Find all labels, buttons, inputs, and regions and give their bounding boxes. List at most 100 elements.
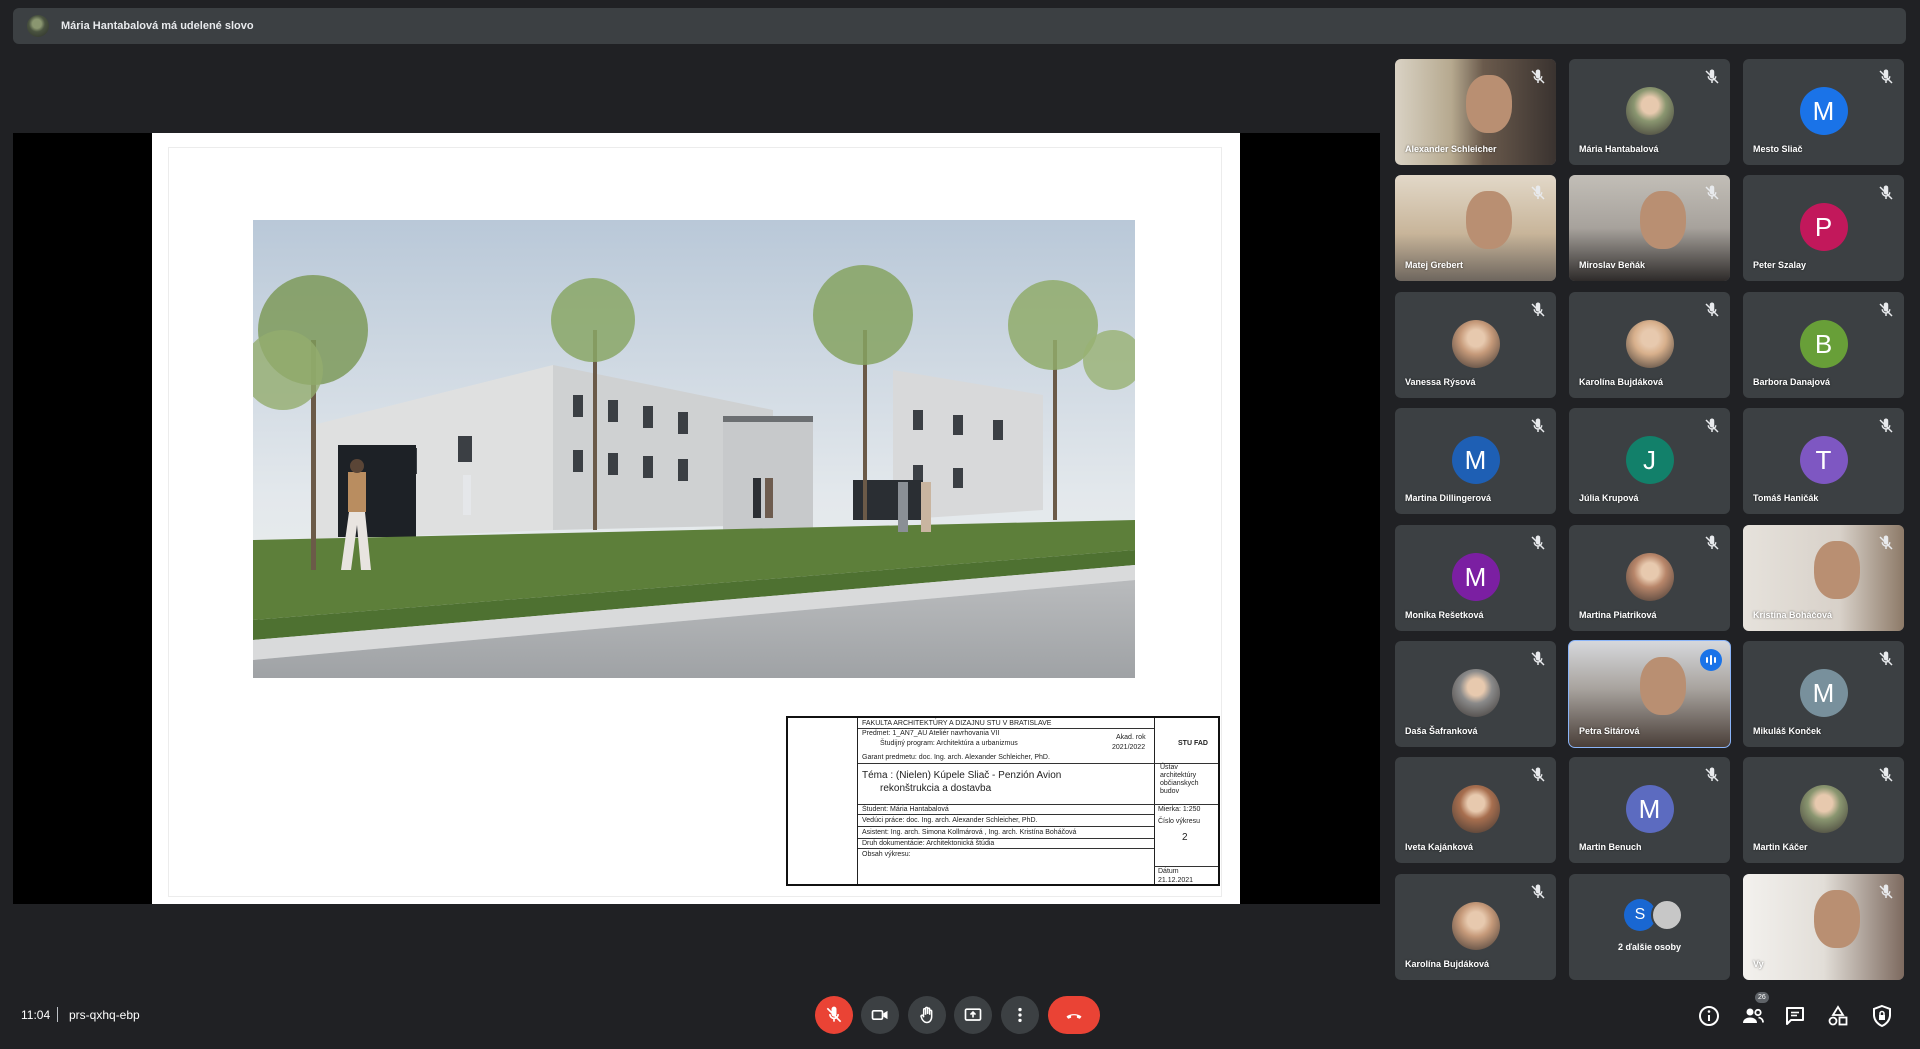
tb-logo: STU FAD bbox=[1178, 740, 1208, 747]
more-participants-avatars: S bbox=[1624, 899, 1694, 933]
avatar bbox=[1651, 899, 1683, 931]
avatar bbox=[1625, 87, 1674, 135]
tb-program: Študijný program: Architektúra a urbaniz… bbox=[880, 740, 1018, 747]
participant-tile[interactable]: Daša Šafranková bbox=[1395, 641, 1556, 747]
participant-tile[interactable]: Matej Grebert bbox=[1395, 175, 1556, 281]
more-options-icon bbox=[1018, 1007, 1022, 1023]
mic-muted-icon bbox=[1529, 301, 1547, 319]
participant-tile[interactable]: Martin Káčer bbox=[1743, 757, 1904, 863]
participant-name: Martina Dillingerová bbox=[1405, 493, 1492, 503]
participant-tile[interactable]: Alexander Schleicher bbox=[1395, 59, 1556, 165]
tb-scale: Mierka: 1:250 bbox=[1158, 806, 1201, 813]
tb-guarantor: Garant predmetu: doc. Ing. arch. Alexand… bbox=[862, 754, 1050, 761]
participant-name: Peter Szalay bbox=[1753, 260, 1807, 270]
participant-tile[interactable]: Mária Hantabalová bbox=[1569, 59, 1730, 165]
participant-tile[interactable]: Martina Piatriková bbox=[1569, 525, 1730, 631]
tb-year: 2021/2022 bbox=[1112, 744, 1146, 751]
camera-toggle-button[interactable] bbox=[861, 996, 899, 1034]
tb-theme2: rekonštrukcia a dostavba bbox=[880, 783, 992, 794]
avatar bbox=[1799, 785, 1848, 833]
avatar: M bbox=[1451, 436, 1500, 484]
participant-name: Alexander Schleicher bbox=[1405, 144, 1497, 154]
activities-button[interactable] bbox=[1826, 1004, 1850, 1028]
tb-assistant: Asistent: Ing. arch. Simona Kollmárová ,… bbox=[862, 829, 1077, 836]
info-icon bbox=[1699, 1006, 1719, 1026]
avatar: M bbox=[1625, 785, 1674, 833]
mic-muted-icon bbox=[1877, 650, 1895, 668]
present-button[interactable] bbox=[954, 996, 992, 1034]
participant-tile[interactable]: Kristína Boháčová bbox=[1743, 525, 1904, 631]
mic-muted-icon bbox=[1703, 534, 1721, 552]
participant-tile[interactable]: P Peter Szalay bbox=[1743, 175, 1904, 281]
mic-muted-icon bbox=[1877, 883, 1895, 901]
participant-tile[interactable]: Vy bbox=[1743, 874, 1904, 980]
meeting-code[interactable]: prs-qxhq-ebp bbox=[69, 1008, 140, 1022]
participant-name: Vy bbox=[1753, 959, 1764, 969]
participant-name: Mesto Sliač bbox=[1753, 144, 1803, 154]
participant-name: Karolína Bujdáková bbox=[1579, 377, 1664, 387]
host-controls-button[interactable] bbox=[1870, 1004, 1894, 1028]
raise-hand-button[interactable] bbox=[908, 996, 946, 1034]
participant-tile[interactable]: Petra Sitárová bbox=[1568, 640, 1731, 748]
tb-theme: Téma : (Nielen) Kúpele Sliač - Penzión A… bbox=[862, 770, 1062, 781]
mic-muted-icon bbox=[1529, 766, 1547, 784]
participant-tile[interactable]: Vanessa Rýsová bbox=[1395, 292, 1556, 398]
hang-up-icon bbox=[1066, 1014, 1082, 1019]
more-options-button[interactable] bbox=[1001, 996, 1039, 1034]
avatar: M bbox=[1451, 553, 1500, 601]
participant-name: Karolína Bujdáková bbox=[1405, 959, 1490, 969]
mic-muted-icon bbox=[1529, 417, 1547, 435]
participant-tile[interactable]: M Mesto Sliač bbox=[1743, 59, 1904, 165]
mic-muted-icon bbox=[1877, 68, 1895, 86]
mic-muted-icon bbox=[1529, 883, 1547, 901]
participant-tile[interactable]: Karolína Bujdáková bbox=[1395, 874, 1556, 980]
avatar bbox=[1451, 785, 1500, 833]
mic-muted-icon bbox=[1529, 184, 1547, 202]
avatar: M bbox=[1799, 669, 1848, 717]
mic-muted-icon bbox=[1877, 184, 1895, 202]
mic-muted-icon bbox=[1703, 301, 1721, 319]
participant-tile[interactable]: T Tomáš Haničák bbox=[1743, 408, 1904, 514]
bottom-toolbar: 11:04 prs-qxhq-ebp 26 bbox=[0, 985, 1920, 1045]
mic-muted-icon bbox=[1703, 766, 1721, 784]
participant-name: Petra Sitárová bbox=[1579, 726, 1640, 736]
participant-name: Matej Grebert bbox=[1405, 260, 1464, 270]
presented-slide: FAKULTA ARCHITEKTÚRY A DIZAJNU STU V BRA… bbox=[152, 133, 1240, 904]
participant-tile[interactable]: M Martin Benuch bbox=[1569, 757, 1730, 863]
participant-tile[interactable]: M Mikuláš Konček bbox=[1743, 641, 1904, 747]
avatar bbox=[1625, 320, 1674, 368]
chat-icon bbox=[1786, 1007, 1804, 1025]
mic-toggle-button[interactable] bbox=[815, 996, 853, 1034]
participant-name: Tomáš Haničák bbox=[1753, 493, 1819, 503]
participant-tile[interactable]: M Martina Dillingerová bbox=[1395, 408, 1556, 514]
avatar: P bbox=[1799, 203, 1848, 251]
leave-call-button[interactable] bbox=[1048, 996, 1100, 1034]
participant-tile[interactable]: Karolína Bujdáková bbox=[1569, 292, 1730, 398]
mic-muted-icon bbox=[1703, 68, 1721, 86]
more-participants-label: 2 ďalšie osoby bbox=[1618, 942, 1681, 952]
people-count-badge: 26 bbox=[1755, 992, 1769, 1003]
participant-tile[interactable]: Iveta Kajánková bbox=[1395, 757, 1556, 863]
mic-off-icon bbox=[826, 1006, 842, 1023]
participant-tile[interactable]: B Barbora Danajová bbox=[1743, 292, 1904, 398]
chat-button[interactable] bbox=[1783, 1004, 1807, 1028]
presentation-area[interactable]: FAKULTA ARCHITEKTÚRY A DIZAJNU STU V BRA… bbox=[13, 133, 1380, 904]
mic-muted-icon bbox=[1703, 184, 1721, 202]
participant-tile[interactable]: J Júlia Krupová bbox=[1569, 408, 1730, 514]
meeting-details-button[interactable] bbox=[1697, 1004, 1721, 1028]
tb-drawing-no: 2 bbox=[1182, 832, 1188, 843]
avatar: B bbox=[1799, 320, 1848, 368]
tb-drawing-no-label: Číslo výkresu bbox=[1158, 818, 1201, 825]
banner-text: Mária Hantabalová má udelené slovo bbox=[61, 20, 254, 32]
people-button[interactable] bbox=[1741, 1004, 1765, 1028]
activities-icon bbox=[1828, 1005, 1848, 1026]
tb-content: Obsah výkresu: bbox=[862, 851, 911, 858]
participant-tile[interactable]: Miroslav Beňák bbox=[1569, 175, 1730, 281]
drawing-title-block: FAKULTA ARCHITEKTÚRY A DIZAJNU STU V BRA… bbox=[786, 716, 1220, 886]
present-icon bbox=[964, 1008, 982, 1021]
participant-tile[interactable]: M Monika Rešetková bbox=[1395, 525, 1556, 631]
mic-muted-icon bbox=[1529, 68, 1547, 86]
participant-tile[interactable]: S 2 ďalšie osoby bbox=[1569, 874, 1730, 980]
clock: 11:04 bbox=[21, 1008, 51, 1022]
participant-name: Martin Benuch bbox=[1579, 842, 1642, 852]
